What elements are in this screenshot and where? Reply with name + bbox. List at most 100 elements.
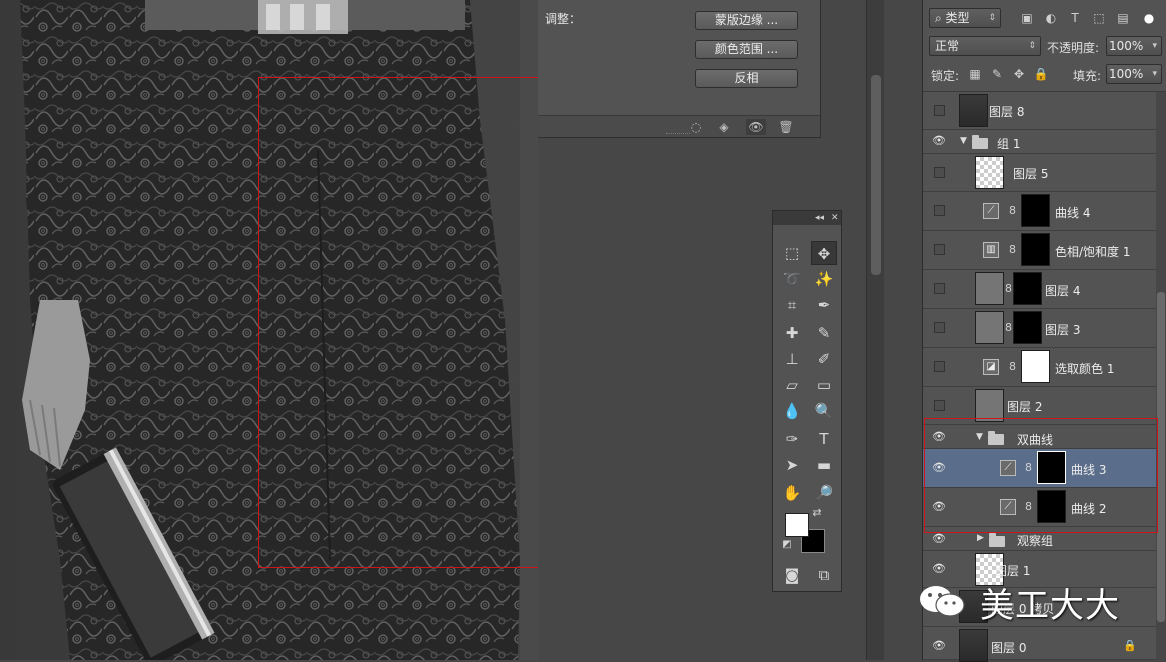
- visibility-toggle[interactable]: [934, 244, 945, 255]
- layer-row[interactable]: 👁 图层 0 🔒: [923, 627, 1157, 662]
- resize-gripper[interactable]: [666, 133, 690, 136]
- zoom-tool-icon[interactable]: 🔎: [811, 481, 837, 505]
- layer-row[interactable]: 8 图层 3: [923, 309, 1157, 348]
- quick-mask-icon[interactable]: ◙: [779, 563, 805, 587]
- reset-icon[interactable]: ◈: [714, 119, 734, 135]
- swap-colors-icon[interactable]: ⇄: [809, 505, 825, 521]
- screen-mode-icon[interactable]: ⧉: [811, 563, 837, 587]
- layer-name: 图层 3: [1045, 323, 1081, 337]
- curves-icon: ⟋: [983, 203, 999, 219]
- scrollbar-thumb[interactable]: [871, 75, 881, 275]
- layers-scrollbar-thumb[interactable]: [1157, 292, 1165, 622]
- path-selection-tool-icon[interactable]: ➤: [779, 453, 805, 477]
- dodge-tool-icon[interactable]: 🔍: [811, 399, 837, 423]
- fill-field[interactable]: 100% ▾: [1106, 64, 1162, 84]
- eye-icon[interactable]: 👁: [931, 639, 947, 653]
- default-colors-icon[interactable]: ◩: [779, 537, 795, 553]
- adjustment-filter-icon[interactable]: ◐: [1041, 8, 1061, 28]
- tools-titlebar[interactable]: ◂◂ ✕: [773, 211, 841, 225]
- filter-toggle-icon[interactable]: ●: [1139, 8, 1159, 28]
- foreground-color-swatch[interactable]: [785, 513, 809, 537]
- link-icon[interactable]: 8: [1009, 204, 1017, 217]
- link-icon[interactable]: 8: [1009, 243, 1017, 256]
- lasso-tool-icon[interactable]: ➰: [779, 267, 805, 291]
- eye-icon[interactable]: 👁: [931, 134, 947, 148]
- layer-filter-row: ⌕ 类型 ⇕ ▣ ◐ T ⬚ ▤ ●: [923, 0, 1166, 34]
- lock-pixels-icon[interactable]: ✎: [987, 64, 1007, 84]
- layer-mask-thumbnail[interactable]: [1013, 272, 1042, 305]
- visibility-toggle[interactable]: [934, 105, 945, 116]
- crop-tool-icon[interactable]: ⌗: [779, 293, 805, 317]
- fill-label: 填充:: [1073, 69, 1102, 83]
- smart-object-filter-icon[interactable]: ▤: [1113, 8, 1133, 28]
- marquee-tool-icon[interactable]: ⬚: [779, 241, 805, 265]
- move-tool-icon[interactable]: ✥: [811, 241, 837, 265]
- blur-tool-icon[interactable]: 💧: [779, 399, 805, 423]
- lock-transparent-icon[interactable]: ▦: [965, 64, 985, 84]
- filter-kind-label: 类型: [945, 11, 970, 25]
- eye-icon[interactable]: 👁: [931, 532, 947, 546]
- layer-row[interactable]: ◪ 8 选取颜色 1: [923, 348, 1157, 387]
- gradient-tool-icon[interactable]: ▭: [811, 373, 837, 397]
- folder-icon: [972, 135, 988, 149]
- image-filter-icon[interactable]: ▣: [1017, 8, 1037, 28]
- healing-brush-tool-icon[interactable]: ✚: [779, 321, 805, 345]
- shape-filter-icon[interactable]: ⬚: [1089, 8, 1109, 28]
- visibility-toggle[interactable]: [934, 205, 945, 216]
- invert-button[interactable]: 反相: [695, 69, 798, 88]
- layers-scrollbar[interactable]: [1156, 92, 1166, 660]
- history-brush-tool-icon[interactable]: ✐: [811, 347, 837, 371]
- canvas-vertical-scrollbar[interactable]: [866, 0, 884, 660]
- type-filter-icon[interactable]: T: [1065, 8, 1085, 28]
- blend-mode-value: 正常: [935, 39, 960, 53]
- visibility-toggle[interactable]: [934, 167, 945, 178]
- eye-icon[interactable]: 👁: [931, 562, 947, 576]
- tools-panel: ◂◂ ✕ ⬚ ✥ ➰ ✨ ⌗ ✒ ✚ ✎ ⊥ ✐ ▱ ▭ 💧 🔍 ✑ T ➤ ▬…: [772, 210, 842, 592]
- pen-tool-icon[interactable]: ✑: [779, 427, 805, 451]
- hand-tool-icon[interactable]: ✋: [779, 481, 805, 505]
- filter-kind-select[interactable]: ⌕ 类型 ⇕: [929, 8, 1001, 28]
- magic-wand-tool-icon[interactable]: ✨: [811, 267, 837, 291]
- brush-tool-icon[interactable]: ✎: [811, 321, 837, 345]
- layer-name: 图层 1: [995, 564, 1031, 578]
- link-icon[interactable]: 8: [1005, 321, 1013, 334]
- layer-mask-thumbnail[interactable]: [1021, 233, 1050, 266]
- clone-stamp-tool-icon[interactable]: ⊥: [779, 347, 805, 371]
- hue-saturation-icon: ▥: [983, 242, 999, 258]
- lock-all-icon[interactable]: 🔒: [1031, 64, 1051, 84]
- close-icon[interactable]: ✕: [831, 211, 839, 225]
- layer-row[interactable]: ▥ 8 色相/饱和度 1: [923, 231, 1157, 270]
- type-tool-icon[interactable]: T: [811, 427, 837, 451]
- opacity-field[interactable]: 100% ▾: [1106, 36, 1162, 56]
- collapse-icon[interactable]: ◂◂: [815, 211, 824, 225]
- visibility-toggle[interactable]: [934, 283, 945, 294]
- visibility-toggle[interactable]: [934, 400, 945, 411]
- lock-icon: 🔒: [1123, 639, 1137, 652]
- layer-row[interactable]: 8 图层 4: [923, 270, 1157, 309]
- visibility-toggle[interactable]: [934, 322, 945, 333]
- collapsed-triangle-icon[interactable]: ▶: [977, 533, 984, 543]
- link-icon[interactable]: 8: [1009, 360, 1017, 373]
- visibility-icon[interactable]: 👁: [746, 119, 766, 135]
- color-range-button[interactable]: 颜色范围 ...: [695, 40, 798, 59]
- expand-triangle-icon[interactable]: ▼: [960, 136, 967, 146]
- eraser-tool-icon[interactable]: ▱: [779, 373, 805, 397]
- eyedropper-tool-icon[interactable]: ✒: [811, 293, 837, 317]
- link-icon[interactable]: 8: [1005, 282, 1013, 295]
- layer-row[interactable]: 图层 8: [923, 92, 1157, 130]
- group-row[interactable]: 👁 ▼ 组 1: [923, 130, 1157, 154]
- lock-position-icon[interactable]: ✥: [1009, 64, 1029, 84]
- layer-row[interactable]: ⟋ 8 曲线 4: [923, 192, 1157, 231]
- trash-icon[interactable]: 🗑: [776, 119, 796, 135]
- mask-edge-button[interactable]: 蒙版边缘 ...: [695, 11, 798, 30]
- blend-row: 正常 ⇕ 不透明度: 100% ▾: [923, 34, 1166, 62]
- layer-thumbnail: [975, 311, 1004, 344]
- layer-mask-thumbnail[interactable]: [1021, 194, 1050, 227]
- document-canvas[interactable]: [0, 0, 538, 660]
- layer-row[interactable]: 图层 5: [923, 154, 1157, 192]
- blend-mode-select[interactable]: 正常 ⇕: [929, 36, 1041, 56]
- shape-tool-icon[interactable]: ▬: [811, 453, 837, 477]
- visibility-toggle[interactable]: [934, 361, 945, 372]
- layer-mask-thumbnail[interactable]: [1021, 350, 1050, 383]
- layer-mask-thumbnail[interactable]: [1013, 311, 1042, 344]
